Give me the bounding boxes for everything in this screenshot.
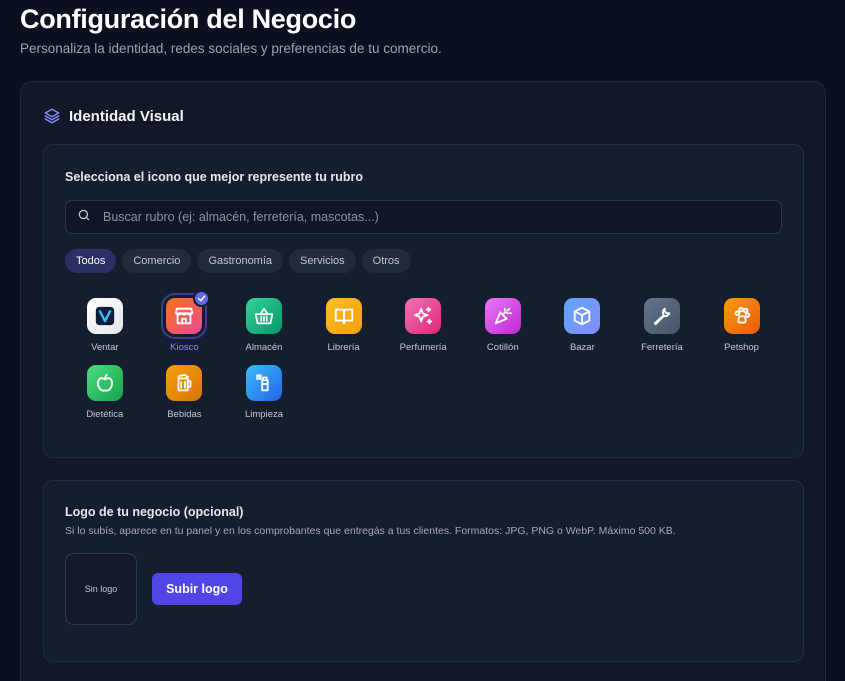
filter-chip-otros[interactable]: Otros: [361, 249, 411, 273]
logo-empty-label: Sin logo: [84, 584, 118, 594]
filter-chip-gastronomia[interactable]: Gastronomía: [197, 249, 284, 273]
wrench-icon: [643, 298, 680, 334]
icon-picker-card: Selecciona el icono que mejor represente…: [43, 144, 804, 458]
icon-label: Petshop: [724, 342, 759, 353]
paw-icon: [723, 298, 760, 334]
logo-heading: Logo de tu negocio (opcional): [65, 505, 244, 519]
icon-label: Bebidas: [167, 409, 202, 420]
beer-icon: [166, 365, 203, 401]
filter-chip-comercio[interactable]: Comercio: [122, 249, 192, 273]
upload-logo-button[interactable]: Subir logo: [152, 573, 242, 605]
section-title: Identidad Visual: [69, 107, 184, 125]
section-header: Identidad Visual: [43, 107, 184, 125]
party-popper-icon: [484, 298, 521, 334]
icon-option-limpieza[interactable]: Limpieza: [224, 365, 304, 420]
filter-chip-servicios[interactable]: Servicios: [289, 249, 356, 273]
icon-grid: Ventar Kiosco Almacén Librería Perfumerí…: [65, 290, 785, 420]
icon-option-ventar[interactable]: Ventar: [65, 298, 145, 353]
category-filters: Todos Comercio Gastronomía Servicios Otr…: [65, 249, 411, 273]
icon-option-bebidas[interactable]: Bebidas: [145, 365, 225, 420]
icon-option-kiosco[interactable]: Kiosco: [145, 290, 225, 353]
layers-icon: [43, 107, 61, 125]
icon-option-cotillon[interactable]: Cotillón: [463, 298, 543, 353]
logo-preview: Sin logo: [65, 553, 137, 625]
settings-card: Identidad Visual Selecciona el icono que…: [20, 81, 826, 681]
icon-picker-heading: Selecciona el icono que mejor represente…: [65, 170, 363, 184]
filter-chip-todos[interactable]: Todos: [65, 249, 117, 273]
selected-check-icon: [193, 290, 211, 307]
search-icon: [77, 208, 91, 227]
icon-label: Limpieza: [244, 409, 283, 420]
basket-icon: [245, 298, 282, 334]
spray-bottle-icon: [245, 365, 282, 401]
icon-label: Bazar: [569, 342, 595, 353]
icon-option-bazar[interactable]: Bazar: [543, 298, 623, 353]
logo-card: Logo de tu negocio (opcional) Si lo subí…: [43, 480, 804, 662]
icon-label: Ferretería: [641, 342, 683, 353]
icon-label: Cotillón: [486, 342, 519, 353]
icon-option-almacen[interactable]: Almacén: [224, 298, 304, 353]
search-input[interactable]: [103, 210, 781, 224]
icon-label: Perfumería: [399, 342, 447, 353]
book-icon: [325, 298, 362, 334]
page-title: Configuración del Negocio: [20, 4, 357, 34]
icon-option-petshop[interactable]: Petshop: [702, 298, 782, 353]
icon-label: Almacén: [245, 342, 283, 353]
icon-option-perfumeria[interactable]: Perfumería: [383, 298, 463, 353]
icon-label: Dietética: [86, 409, 124, 420]
sparkles-icon: [405, 298, 442, 334]
page-subtitle: Personaliza la identidad, redes sociales…: [20, 41, 442, 56]
ventar-logo-icon: [86, 298, 123, 334]
search-field[interactable]: [65, 200, 782, 234]
icon-label: Librería: [327, 342, 360, 353]
icon-label: Ventar: [91, 342, 119, 353]
box-icon: [564, 298, 601, 334]
icon-option-dietetica[interactable]: Dietética: [65, 365, 145, 420]
store-icon: [166, 290, 211, 334]
icon-label: Kiosco: [170, 342, 199, 353]
apple-icon: [86, 365, 123, 401]
icon-option-ferreteria[interactable]: Ferretería: [622, 298, 702, 353]
logo-help-text: Si lo subís, aparece en tu panel y en lo…: [65, 525, 676, 537]
icon-option-libreria[interactable]: Librería: [304, 298, 384, 353]
